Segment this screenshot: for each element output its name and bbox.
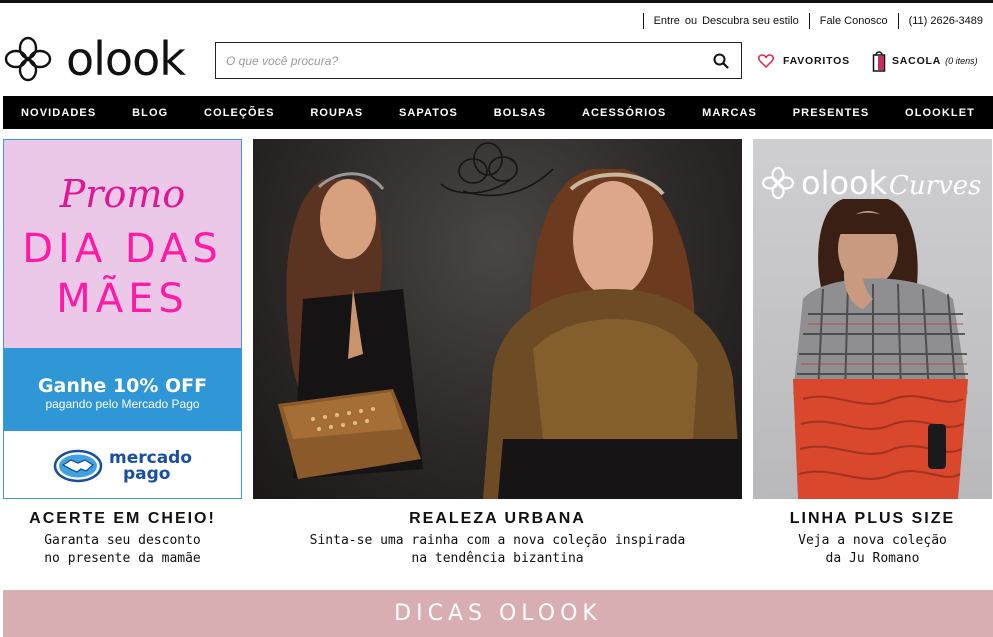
- search-input[interactable]: [216, 43, 701, 78]
- curves-illustration: olook Curves: [761, 164, 982, 499]
- promo-word: Promo: [59, 172, 186, 216]
- or-text: ou: [684, 15, 698, 27]
- olook-logo-icon: [4, 36, 52, 82]
- curves-logo-main: olook: [801, 164, 888, 202]
- login-link[interactable]: Entre: [654, 15, 680, 27]
- utility-bar: Entre ou Descubra seu estilo Fale Conosc…: [633, 12, 983, 30]
- nav-item-marcas[interactable]: MARCAS: [702, 107, 757, 119]
- promo-banner[interactable]: Promo DIA DAS MÃES Ganhe 10% OFF pagando…: [3, 139, 242, 499]
- bag-count: (0 itens): [945, 56, 978, 66]
- divider: [642, 13, 644, 29]
- search-box: [215, 42, 742, 79]
- card-line: Sinta-se uma rainha com a nova coleção i…: [309, 533, 686, 548]
- offer-title: Ganhe 10% OFF: [37, 375, 208, 397]
- divider: [808, 13, 810, 29]
- nav-item-presentes[interactable]: PRESENTES: [793, 107, 870, 119]
- promo-title-line2: MÃES: [56, 276, 189, 322]
- card-title: REALEZA URBANA: [409, 510, 586, 527]
- card-title: ACERTE EM CHEIO!: [29, 510, 216, 527]
- promo-title: DIA DAS MÃES: [4, 224, 241, 324]
- models-illustration: [278, 142, 742, 499]
- offer-subtitle: pagando pelo Mercado Pago: [45, 397, 200, 411]
- favorites-link[interactable]: FAVORITOS: [758, 54, 850, 68]
- dicas-olook-banner[interactable]: DICAS OLOOK: [3, 590, 993, 637]
- card-description: Veja a nova coleção da Ju Romano: [753, 532, 992, 568]
- dicas-title: DICAS OLOOK: [394, 601, 602, 626]
- card-realeza-urbana[interactable]: REALEZA URBANA Sinta-se uma rainha com a…: [253, 510, 742, 568]
- bag-link[interactable]: SACOLA (0 itens): [872, 49, 978, 73]
- bag-label: SACOLA: [892, 55, 942, 67]
- nav-item-colecoes[interactable]: COLEÇÕES: [204, 107, 275, 119]
- promo-title-line1: DIA DAS: [22, 226, 223, 272]
- heart-icon: [758, 54, 774, 68]
- card-linha-plus-size[interactable]: LINHA PLUS SIZE Veja a nova coleção da J…: [753, 510, 992, 568]
- card-line: na tendência bizantina: [411, 551, 584, 566]
- promo-header: Promo DIA DAS MÃES: [4, 140, 241, 348]
- main-nav: NOVIDADES BLOG COLEÇÕES ROUPAS SAPATOS B…: [3, 96, 993, 129]
- curves-photo[interactable]: olook Curves: [753, 139, 992, 499]
- card-line: no presente da mamãe: [44, 551, 201, 566]
- contact-link[interactable]: Fale Conosco: [820, 15, 888, 27]
- hero-photo-realeza[interactable]: [253, 139, 742, 499]
- mercado-pago-logo: mercado pago: [4, 431, 241, 498]
- shopping-bag-icon: [872, 51, 886, 72]
- card-description: Garanta seu desconto no presente da mamã…: [3, 532, 242, 568]
- divider: [897, 13, 899, 29]
- nav-item-acessorios[interactable]: ACESSÓRIOS: [582, 107, 666, 119]
- nav-item-olooklet[interactable]: OLOOKLET: [905, 107, 975, 119]
- search-button[interactable]: [701, 43, 741, 78]
- curves-logo-sub: Curves: [889, 171, 982, 201]
- logo-wordmark: olook: [66, 32, 186, 86]
- handshake-icon: [53, 449, 103, 482]
- nav-item-sapatos[interactable]: SAPATOS: [399, 107, 458, 119]
- nav-item-blog[interactable]: BLOG: [132, 107, 168, 119]
- nav-item-roupas[interactable]: ROUPAS: [310, 107, 363, 119]
- discover-style-link[interactable]: Descubra seu estilo: [702, 15, 799, 27]
- card-line: Veja a nova coleção: [798, 533, 947, 548]
- top-border: [0, 0, 993, 3]
- mp-line2: pago: [122, 463, 171, 484]
- card-description: Sinta-se uma rainha com a nova coleção i…: [253, 532, 742, 568]
- phone-number: (11) 2626-3489: [908, 15, 983, 27]
- nav-item-bolsas[interactable]: BOLSAS: [494, 107, 546, 119]
- nav-item-novidades[interactable]: NOVIDADES: [21, 107, 96, 119]
- card-acerte-em-cheio[interactable]: ACERTE EM CHEIO! Garanta seu desconto no…: [3, 510, 242, 568]
- card-line: Garanta seu desconto: [44, 533, 201, 548]
- card-title: LINHA PLUS SIZE: [789, 510, 956, 527]
- olook-logo[interactable]: olook: [4, 32, 186, 86]
- search-icon: [713, 53, 729, 69]
- card-line: da Ju Romano: [825, 551, 920, 566]
- favorites-label: FAVORITOS: [783, 55, 850, 67]
- offer-box: Ganhe 10% OFF pagando pelo Mercado Pago: [4, 348, 241, 431]
